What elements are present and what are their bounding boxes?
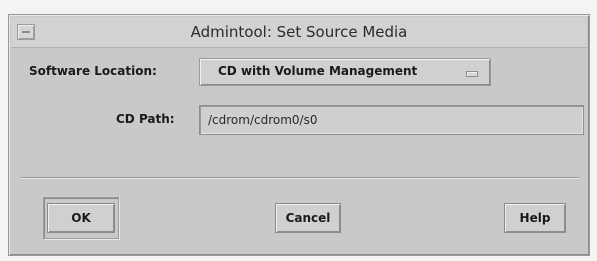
option-menu-indicator-icon bbox=[466, 71, 478, 77]
window-title: Admintool: Set Source Media bbox=[190, 23, 408, 41]
cd-path-input[interactable] bbox=[199, 105, 584, 135]
ok-button[interactable]: OK bbox=[47, 203, 115, 233]
title-bar: Admintool: Set Source Media bbox=[11, 17, 587, 48]
separator bbox=[21, 177, 579, 179]
software-location-label: Software Location: bbox=[29, 64, 157, 78]
software-location-value: CD with Volume Management bbox=[218, 64, 418, 78]
dialog-window: Admintool: Set Source Media Software Loc… bbox=[8, 14, 590, 256]
cd-path-label: CD Path: bbox=[116, 112, 175, 126]
help-button[interactable]: Help bbox=[504, 203, 566, 233]
software-location-option-menu[interactable]: CD with Volume Management bbox=[199, 58, 491, 86]
cancel-button[interactable]: Cancel bbox=[275, 203, 341, 233]
